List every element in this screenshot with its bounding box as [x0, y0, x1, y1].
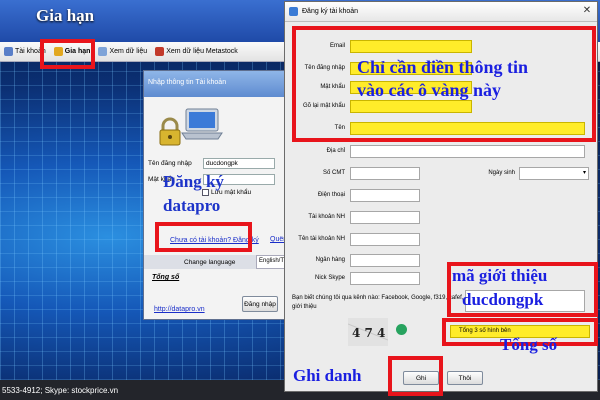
chevron-down-icon: ▾ — [582, 170, 586, 176]
skype-label: Nick Skype — [314, 275, 345, 281]
user-icon — [4, 47, 13, 56]
highlight-submit — [388, 356, 443, 396]
annotation-fill-line2: vào các ô vàng này — [357, 80, 501, 100]
annotation-datapro: datapro — [163, 196, 221, 215]
login-window-title: Nhập thông tin Tài khoản — [148, 79, 227, 86]
lock-icon — [159, 117, 181, 146]
cancel-button[interactable]: Thôi — [447, 371, 483, 385]
login-window-titlebar: Nhập thông tin Tài khoản — [144, 71, 292, 97]
username-label: Tên đăng nhập — [148, 160, 192, 167]
metastock-icon — [155, 47, 165, 56]
username-input[interactable]: ducdongpk — [203, 158, 275, 169]
username-row: Tên đăng nhập ducdongpk — [148, 158, 275, 169]
bank-account-label: Tài khoản NH — [308, 214, 345, 220]
address-label: Địa chỉ — [326, 148, 345, 154]
login-button[interactable]: Đăng nhập — [242, 296, 278, 312]
register-window-title: Đăng ký tài khoản — [302, 8, 359, 15]
data-icon — [98, 47, 108, 56]
close-icon[interactable]: ✕ — [579, 4, 595, 19]
annotation-gia-han: Gia hạn — [36, 6, 95, 25]
menu-item-view-data[interactable]: Xem dữ liệu — [94, 47, 151, 56]
annotation-fill-line1: Chỉ cần điền thông tin — [357, 57, 529, 77]
id-card-input[interactable] — [350, 167, 420, 180]
highlight-register-link — [155, 222, 252, 252]
menu-item-metastock[interactable]: Xem dữ liệu Metastock — [151, 47, 242, 56]
login-window: Nhập thông tin Tài khoản Tên đăng nhập d… — [143, 70, 294, 320]
change-language-label: Change language — [184, 258, 236, 266]
highlight-gia-han — [40, 39, 95, 69]
bank-label: Ngân hàng — [315, 257, 345, 263]
menu-item-label: Xem dữ liệu Metastock — [166, 48, 238, 55]
menu-item-label: Xem dữ liệu — [109, 48, 148, 55]
address-input[interactable] — [350, 145, 585, 158]
status-bar-text: 5533-4912; Skype: stockprice.vn — [2, 385, 119, 395]
annotation-dang-ky: Đăng ký — [163, 172, 224, 191]
bank-input[interactable] — [350, 254, 420, 267]
birthday-label: Ngày sinh — [488, 170, 515, 176]
captcha-text: 4 7 4 — [352, 326, 385, 340]
birthday-picker[interactable]: ▾ — [519, 167, 589, 180]
skype-input[interactable] — [350, 272, 420, 285]
id-card-label: Số CMT — [322, 170, 345, 176]
app-icon — [289, 7, 298, 16]
tong-so-label: Tổng số — [152, 274, 180, 281]
bank-account-name-label: Tên tài khoản NH — [298, 236, 345, 242]
website-link[interactable]: http://datapro.vn — [154, 306, 205, 313]
register-window-titlebar: Đăng ký tài khoản — [285, 2, 597, 22]
laptop-icon — [181, 108, 223, 140]
phone-label: Điện thoại — [317, 192, 345, 198]
annotation-referral-2: ducdongpk — [462, 290, 544, 309]
bank-account-input[interactable] — [350, 211, 420, 224]
annotation-fill-yellow: Chỉ cần điền thông tin vào các ô vàng nà… — [357, 56, 528, 102]
annotation-tong-so: Tổng số — [500, 335, 558, 354]
captcha-image: 4 7 4 — [348, 318, 388, 346]
annotation-ghi-danh: Ghi danh — [293, 366, 362, 385]
refresh-icon[interactable] — [396, 324, 407, 335]
annotation-referral-1: mã giới thiệu — [452, 266, 548, 285]
phone-input[interactable] — [350, 189, 420, 202]
bank-account-name-input[interactable] — [350, 233, 420, 246]
